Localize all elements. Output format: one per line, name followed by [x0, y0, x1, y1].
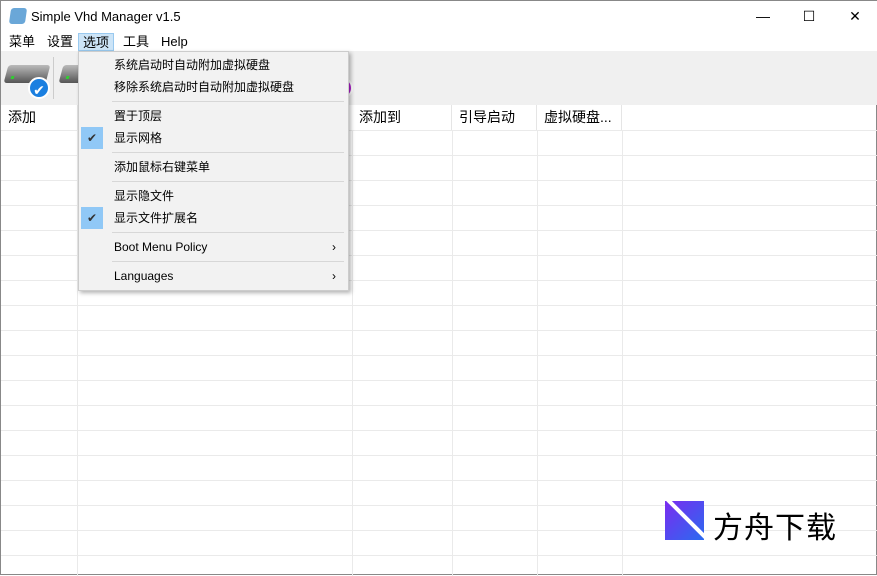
- grid-column-line: [537, 130, 538, 576]
- logo-icon: [665, 501, 704, 540]
- item-label: 置于顶层: [114, 109, 163, 123]
- item-label: Boot Menu Policy: [114, 240, 208, 254]
- menu-options[interactable]: 选项: [78, 33, 115, 51]
- menu-item-show-hidden[interactable]: 显示隐文件: [81, 185, 346, 207]
- grid-column-line: [452, 130, 453, 576]
- item-label: 系统启动时自动附加虚拟硬盘: [114, 58, 271, 72]
- check-icon: ✔: [28, 77, 50, 99]
- menu-separator: [112, 101, 344, 102]
- menu-separator: [112, 232, 344, 233]
- item-label: 显示文件扩展名: [114, 211, 199, 225]
- chevron-right-icon: ›: [332, 269, 336, 283]
- grid-row-line: [1, 305, 877, 306]
- grid-row-line: [1, 330, 877, 331]
- menu-item-context-menu[interactable]: 添加鼠标右键菜单: [81, 156, 346, 178]
- menu-bar: 菜单 设置 选项 工具 Help: [1, 32, 877, 51]
- menu-help[interactable]: Help: [157, 33, 192, 51]
- item-label: Languages: [114, 269, 174, 283]
- menu-tools[interactable]: 工具: [119, 33, 153, 51]
- grid-row-line: [1, 380, 877, 381]
- menu-item-languages[interactable]: Languages ›: [81, 265, 346, 287]
- menu-settings[interactable]: 设置: [43, 33, 77, 51]
- grid-row-line: [1, 455, 877, 456]
- item-label: 显示网格: [114, 131, 163, 145]
- item-label: 移除系统启动时自动附加虚拟硬盘: [114, 80, 295, 94]
- menu-item-always-on-top[interactable]: 置于顶层: [81, 105, 346, 127]
- title-bar: Simple Vhd Manager v1.5 — ☐ ✕: [1, 1, 877, 32]
- grid-column-line: [622, 130, 623, 576]
- attach-vhd-button[interactable]: ✔: [3, 57, 51, 99]
- grid-row-line: [1, 430, 877, 431]
- app-icon: [8, 8, 28, 24]
- options-dropdown-menu: 系统启动时自动附加虚拟硬盘 移除系统启动时自动附加虚拟硬盘 置于顶层 ✔ 显示网格…: [78, 51, 349, 291]
- menu-item-boot-menu-policy[interactable]: Boot Menu Policy ›: [81, 236, 346, 258]
- grid-row-line: [1, 355, 877, 356]
- minimize-button[interactable]: —: [740, 1, 786, 32]
- watermark-text: 方舟下载: [713, 512, 837, 545]
- item-label: 显示隐文件: [114, 189, 175, 203]
- column-header-boot[interactable]: 引导启动: [452, 105, 537, 130]
- grid-row-line: [1, 405, 877, 406]
- menu-separator: [112, 152, 344, 153]
- check-icon: ✔: [81, 207, 103, 229]
- maximize-button[interactable]: ☐: [786, 1, 832, 32]
- grid-column-line: [352, 130, 353, 576]
- menu-separator: [112, 181, 344, 182]
- toolbar-separator: [53, 57, 54, 99]
- menu-item-show-grid[interactable]: ✔ 显示网格: [81, 127, 346, 149]
- menu-menu[interactable]: 菜单: [5, 33, 39, 51]
- grid-row-line: [1, 555, 877, 556]
- menu-item-remove-auto-attach[interactable]: 移除系统启动时自动附加虚拟硬盘: [81, 76, 346, 98]
- column-header-add[interactable]: 添加: [1, 105, 78, 130]
- menu-separator: [112, 261, 344, 262]
- window-title: Simple Vhd Manager v1.5: [31, 9, 181, 24]
- grid-row-line: [1, 480, 877, 481]
- chevron-right-icon: ›: [332, 240, 336, 254]
- check-icon: ✔: [81, 127, 103, 149]
- column-header-add-to[interactable]: 添加到: [352, 105, 452, 130]
- menu-item-show-extensions[interactable]: ✔ 显示文件扩展名: [81, 207, 346, 229]
- column-header-vhd[interactable]: 虚拟硬盘...: [537, 105, 622, 130]
- item-label: 添加鼠标右键菜单: [114, 160, 211, 174]
- watermark-logo: 方舟下载: [665, 501, 845, 545]
- menu-item-auto-attach[interactable]: 系统启动时自动附加虚拟硬盘: [81, 54, 346, 76]
- close-button[interactable]: ✕: [832, 1, 877, 32]
